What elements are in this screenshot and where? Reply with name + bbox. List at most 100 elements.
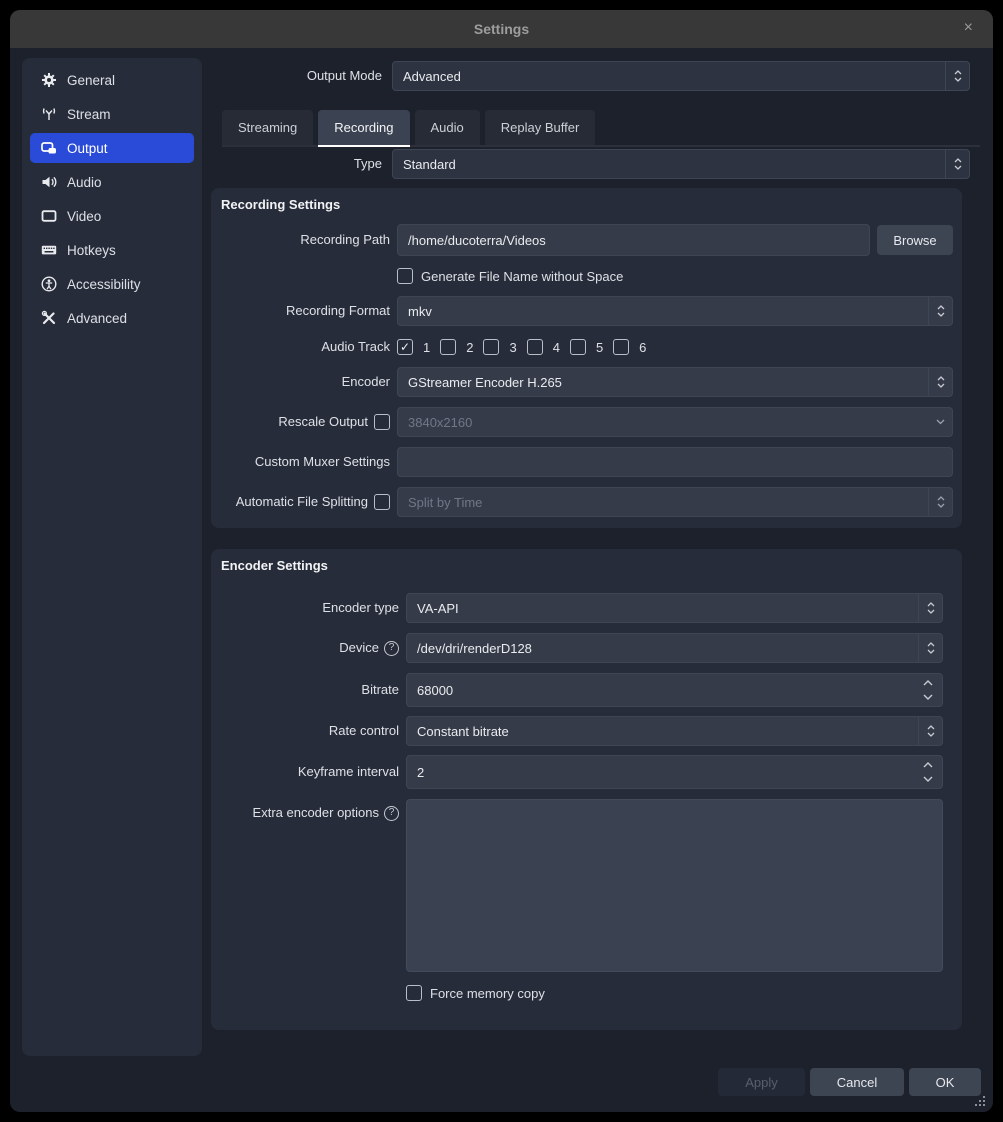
- sidebar-item-hotkeys[interactable]: Hotkeys: [30, 235, 194, 265]
- rescale-output-label: Rescale Output: [211, 407, 368, 437]
- sidebar-item-audio[interactable]: Audio: [30, 167, 194, 197]
- custom-muxer-input[interactable]: [397, 447, 953, 477]
- recording-path-label: Recording Path: [211, 224, 390, 256]
- generate-no-space-label: Generate File Name without Space: [421, 269, 623, 284]
- recording-settings-card: Recording Settings Recording Path Browse…: [211, 188, 962, 528]
- sidebar-item-label: Stream: [67, 107, 111, 122]
- output-tabs: Streaming Recording Audio Replay Buffer: [222, 110, 980, 147]
- encoder-type-label: Encoder type: [211, 593, 399, 623]
- gear-icon: [40, 72, 57, 89]
- rescale-output-select[interactable]: 3840x2160: [397, 407, 953, 437]
- audio-track-6-checkbox[interactable]: [613, 339, 629, 355]
- sidebar-item-label: Output: [67, 141, 108, 156]
- force-memory-copy-checkbox[interactable]: [406, 985, 422, 1001]
- extra-options-textarea[interactable]: [406, 799, 943, 972]
- encoder-type-select[interactable]: VA-API: [406, 593, 943, 623]
- audio-track-1-checkbox[interactable]: ✓: [397, 339, 413, 355]
- sidebar-item-label: Hotkeys: [67, 243, 116, 258]
- recording-path-input[interactable]: [397, 224, 870, 256]
- type-select[interactable]: Standard: [392, 149, 970, 179]
- chevron-updown-icon: [928, 488, 952, 516]
- generate-no-space-row: Generate File Name without Space: [397, 268, 623, 284]
- audio-track-row: ✓ 1 2 3 4 5 6: [397, 339, 646, 355]
- tools-icon: [40, 310, 57, 327]
- auto-split-label: Automatic File Splitting: [211, 487, 368, 517]
- settings-sidebar: General Stream Output Audio Video: [22, 58, 202, 1056]
- force-memory-copy-label: Force memory copy: [430, 986, 545, 1001]
- chevron-updown-icon: [918, 594, 942, 622]
- chevron-updown-icon: [945, 62, 969, 90]
- broadcast-icon: [40, 106, 57, 123]
- bitrate-spinbox[interactable]: 68000: [406, 673, 943, 707]
- tab-replay-buffer[interactable]: Replay Buffer: [485, 110, 596, 145]
- sidebar-item-label: General: [67, 73, 115, 88]
- device-label-row: Device ?: [211, 633, 399, 663]
- settings-window: Settings × General Stream Output Au: [10, 10, 993, 1112]
- spin-down-icon[interactable]: [922, 691, 934, 703]
- browse-button[interactable]: Browse: [877, 225, 953, 255]
- force-memory-copy-row: Force memory copy: [406, 985, 545, 1001]
- audio-track-5-checkbox[interactable]: [570, 339, 586, 355]
- extra-options-label-row: Extra encoder options ?: [211, 803, 399, 823]
- sidebar-item-advanced[interactable]: Advanced: [30, 303, 194, 333]
- keyboard-icon: [40, 242, 57, 259]
- spin-up-icon[interactable]: [922, 759, 934, 771]
- sidebar-item-general[interactable]: General: [30, 65, 194, 95]
- rescale-output-checkbox[interactable]: [374, 414, 390, 430]
- close-icon[interactable]: ×: [958, 10, 979, 48]
- output-mode-value: Advanced: [393, 69, 945, 84]
- accessibility-icon: [40, 276, 57, 293]
- audio-track-label: Audio Track: [211, 332, 390, 362]
- device-select[interactable]: /dev/dri/renderD128: [406, 633, 943, 663]
- custom-muxer-label: Custom Muxer Settings: [211, 447, 390, 477]
- chevron-updown-icon: [928, 297, 952, 325]
- sidebar-item-label: Accessibility: [67, 277, 141, 292]
- cancel-button[interactable]: Cancel: [810, 1068, 904, 1096]
- recording-format-select[interactable]: mkv: [397, 296, 953, 326]
- tab-audio[interactable]: Audio: [415, 110, 480, 145]
- apply-button[interactable]: Apply: [718, 1068, 805, 1096]
- sidebar-item-label: Advanced: [67, 311, 127, 326]
- titlebar[interactable]: Settings ×: [10, 10, 993, 48]
- device-label: Device: [339, 633, 379, 663]
- help-icon[interactable]: ?: [384, 641, 399, 656]
- tab-streaming[interactable]: Streaming: [222, 110, 313, 145]
- encoder-settings-card: Encoder Settings Encoder type VA-API Dev…: [211, 549, 962, 1030]
- generate-no-space-checkbox[interactable]: [397, 268, 413, 284]
- chevron-updown-icon: [945, 150, 969, 178]
- chevron-updown-icon: [918, 717, 942, 745]
- keyframe-interval-label: Keyframe interval: [211, 755, 399, 789]
- resize-grip[interactable]: [971, 1092, 985, 1106]
- bitrate-label: Bitrate: [211, 673, 399, 707]
- sidebar-item-output[interactable]: Output: [30, 133, 194, 163]
- sidebar-item-video[interactable]: Video: [30, 201, 194, 231]
- auto-split-select[interactable]: Split by Time: [397, 487, 953, 517]
- spin-up-icon[interactable]: [922, 677, 934, 689]
- keyframe-interval-spinbox[interactable]: 2: [406, 755, 943, 789]
- rate-control-label: Rate control: [211, 716, 399, 746]
- sidebar-item-label: Audio: [67, 175, 102, 190]
- audio-track-4-checkbox[interactable]: [527, 339, 543, 355]
- output-mode-select[interactable]: Advanced: [392, 61, 970, 91]
- chevron-updown-icon: [928, 368, 952, 396]
- encoder-label: Encoder: [211, 367, 390, 397]
- chevron-down-icon: [928, 408, 952, 436]
- type-label: Type: [212, 149, 382, 179]
- output-icon: [40, 140, 57, 157]
- spin-down-icon[interactable]: [922, 773, 934, 785]
- sidebar-item-label: Video: [67, 209, 101, 224]
- sidebar-item-accessibility[interactable]: Accessibility: [30, 269, 194, 299]
- type-value: Standard: [393, 157, 945, 172]
- help-icon[interactable]: ?: [384, 806, 399, 821]
- encoder-select[interactable]: GStreamer Encoder H.265: [397, 367, 953, 397]
- auto-split-checkbox[interactable]: [374, 494, 390, 510]
- speaker-icon: [40, 174, 57, 191]
- tab-recording[interactable]: Recording: [318, 110, 409, 147]
- audio-track-2-checkbox[interactable]: [440, 339, 456, 355]
- audio-track-3-checkbox[interactable]: [483, 339, 499, 355]
- monitor-icon: [40, 208, 57, 225]
- window-title: Settings: [10, 10, 993, 48]
- sidebar-item-stream[interactable]: Stream: [30, 99, 194, 129]
- encoder-settings-title: Encoder Settings: [221, 558, 328, 573]
- rate-control-select[interactable]: Constant bitrate: [406, 716, 943, 746]
